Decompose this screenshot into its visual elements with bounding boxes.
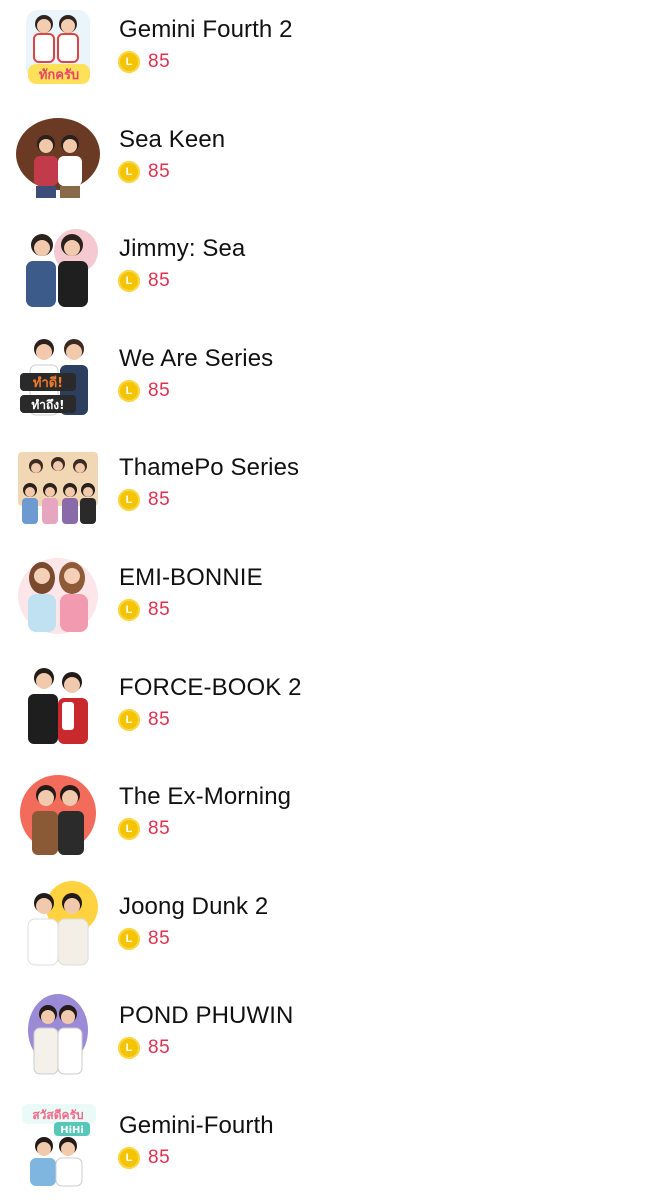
- sticker-thumbnail-icon: [14, 223, 102, 311]
- svg-text:ทำดี!: ทำดี!: [33, 375, 63, 391]
- svg-text:สวัสดีครับ: สวัสดีครับ: [32, 1108, 83, 1122]
- sticker-thumbnail-icon: [14, 662, 102, 750]
- svg-text:HiHi: HiHi: [60, 1125, 84, 1136]
- sticker-title: Gemini-Fourth: [119, 1112, 274, 1139]
- sticker-thumbnail-icon: [14, 881, 102, 969]
- sticker-item[interactable]: FORCE-BOOK 2 L 85: [0, 658, 645, 758]
- price-value: 85: [148, 270, 171, 291]
- coin-icon: L: [118, 489, 140, 511]
- sticker-thumbnail-icon: [14, 990, 102, 1078]
- price-value: 85: [148, 1037, 171, 1058]
- coin-icon: L: [118, 818, 140, 840]
- sticker-item[interactable]: Sea Keen L 85: [0, 110, 645, 210]
- svg-text:ทำถึง!: ทำถึง!: [31, 398, 64, 412]
- sticker-thumbnail-icon: [14, 771, 102, 859]
- price-value: 85: [148, 489, 171, 510]
- sticker-title: Gemini Fourth 2: [119, 16, 293, 43]
- coin-icon: L: [118, 380, 140, 402]
- sticker-item[interactable]: EMI-BONNIE L 85: [0, 548, 645, 648]
- coin-icon: L: [118, 1037, 140, 1059]
- coin-icon: L: [118, 599, 140, 621]
- sticker-thumbnail-icon: [14, 114, 102, 202]
- sticker-item[interactable]: ทักครับ Gemini Fourth 2 L 85: [0, 0, 645, 100]
- price-value: 85: [148, 51, 171, 72]
- coin-icon: L: [118, 270, 140, 292]
- price-value: 85: [148, 161, 171, 182]
- sticker-thumbnail-icon: ทำดี! ทำถึง!: [14, 333, 102, 421]
- coin-icon: L: [118, 709, 140, 731]
- sticker-title: We Are Series: [119, 345, 274, 372]
- price-value: 85: [148, 1147, 171, 1168]
- sticker-thumbnail-icon: สวัสดีครับ HiHi: [14, 1100, 102, 1188]
- sticker-title: EMI-BONNIE: [119, 564, 263, 591]
- price-value: 85: [148, 599, 171, 620]
- sticker-item[interactable]: POND PHUWIN L 85: [0, 986, 645, 1086]
- sticker-item[interactable]: ThamePo Series L 85: [0, 438, 645, 538]
- sticker-title: FORCE-BOOK 2: [119, 674, 302, 701]
- sticker-thumbnail-icon: [14, 442, 102, 530]
- coin-icon: L: [118, 51, 140, 73]
- sticker-item[interactable]: Joong Dunk 2 L 85: [0, 877, 645, 977]
- sticker-title: POND PHUWIN: [119, 1002, 294, 1029]
- coin-icon: L: [118, 161, 140, 183]
- price-value: 85: [148, 709, 171, 730]
- sticker-thumbnail-icon: [14, 552, 102, 640]
- sticker-title: The Ex-Morning: [119, 783, 292, 810]
- sticker-item[interactable]: Jimmy: Sea L 85: [0, 219, 645, 319]
- price-value: 85: [148, 928, 171, 949]
- coin-icon: L: [118, 1147, 140, 1169]
- sticker-item[interactable]: The Ex-Morning L 85: [0, 767, 645, 867]
- price-value: 85: [148, 818, 171, 839]
- sticker-item[interactable]: สวัสดีครับ HiHi Gemini-Fourth L 85: [0, 1096, 645, 1196]
- sticker-title: Jimmy: Sea: [119, 235, 246, 262]
- sticker-thumbnail-icon: ทักครับ: [14, 4, 102, 92]
- price-value: 85: [148, 380, 171, 401]
- sticker-title: Joong Dunk 2: [119, 893, 269, 920]
- sticker-item[interactable]: ทำดี! ทำถึง! We Are Series L 85: [0, 329, 645, 429]
- sticker-list: ทักครับ Gemini Fourth 2 L 85 Sea Keen L …: [0, 0, 645, 1200]
- sticker-title: ThamePo Series: [119, 454, 300, 481]
- coin-icon: L: [118, 928, 140, 950]
- svg-text:ทักครับ: ทักครับ: [39, 68, 79, 83]
- sticker-title: Sea Keen: [119, 126, 226, 153]
